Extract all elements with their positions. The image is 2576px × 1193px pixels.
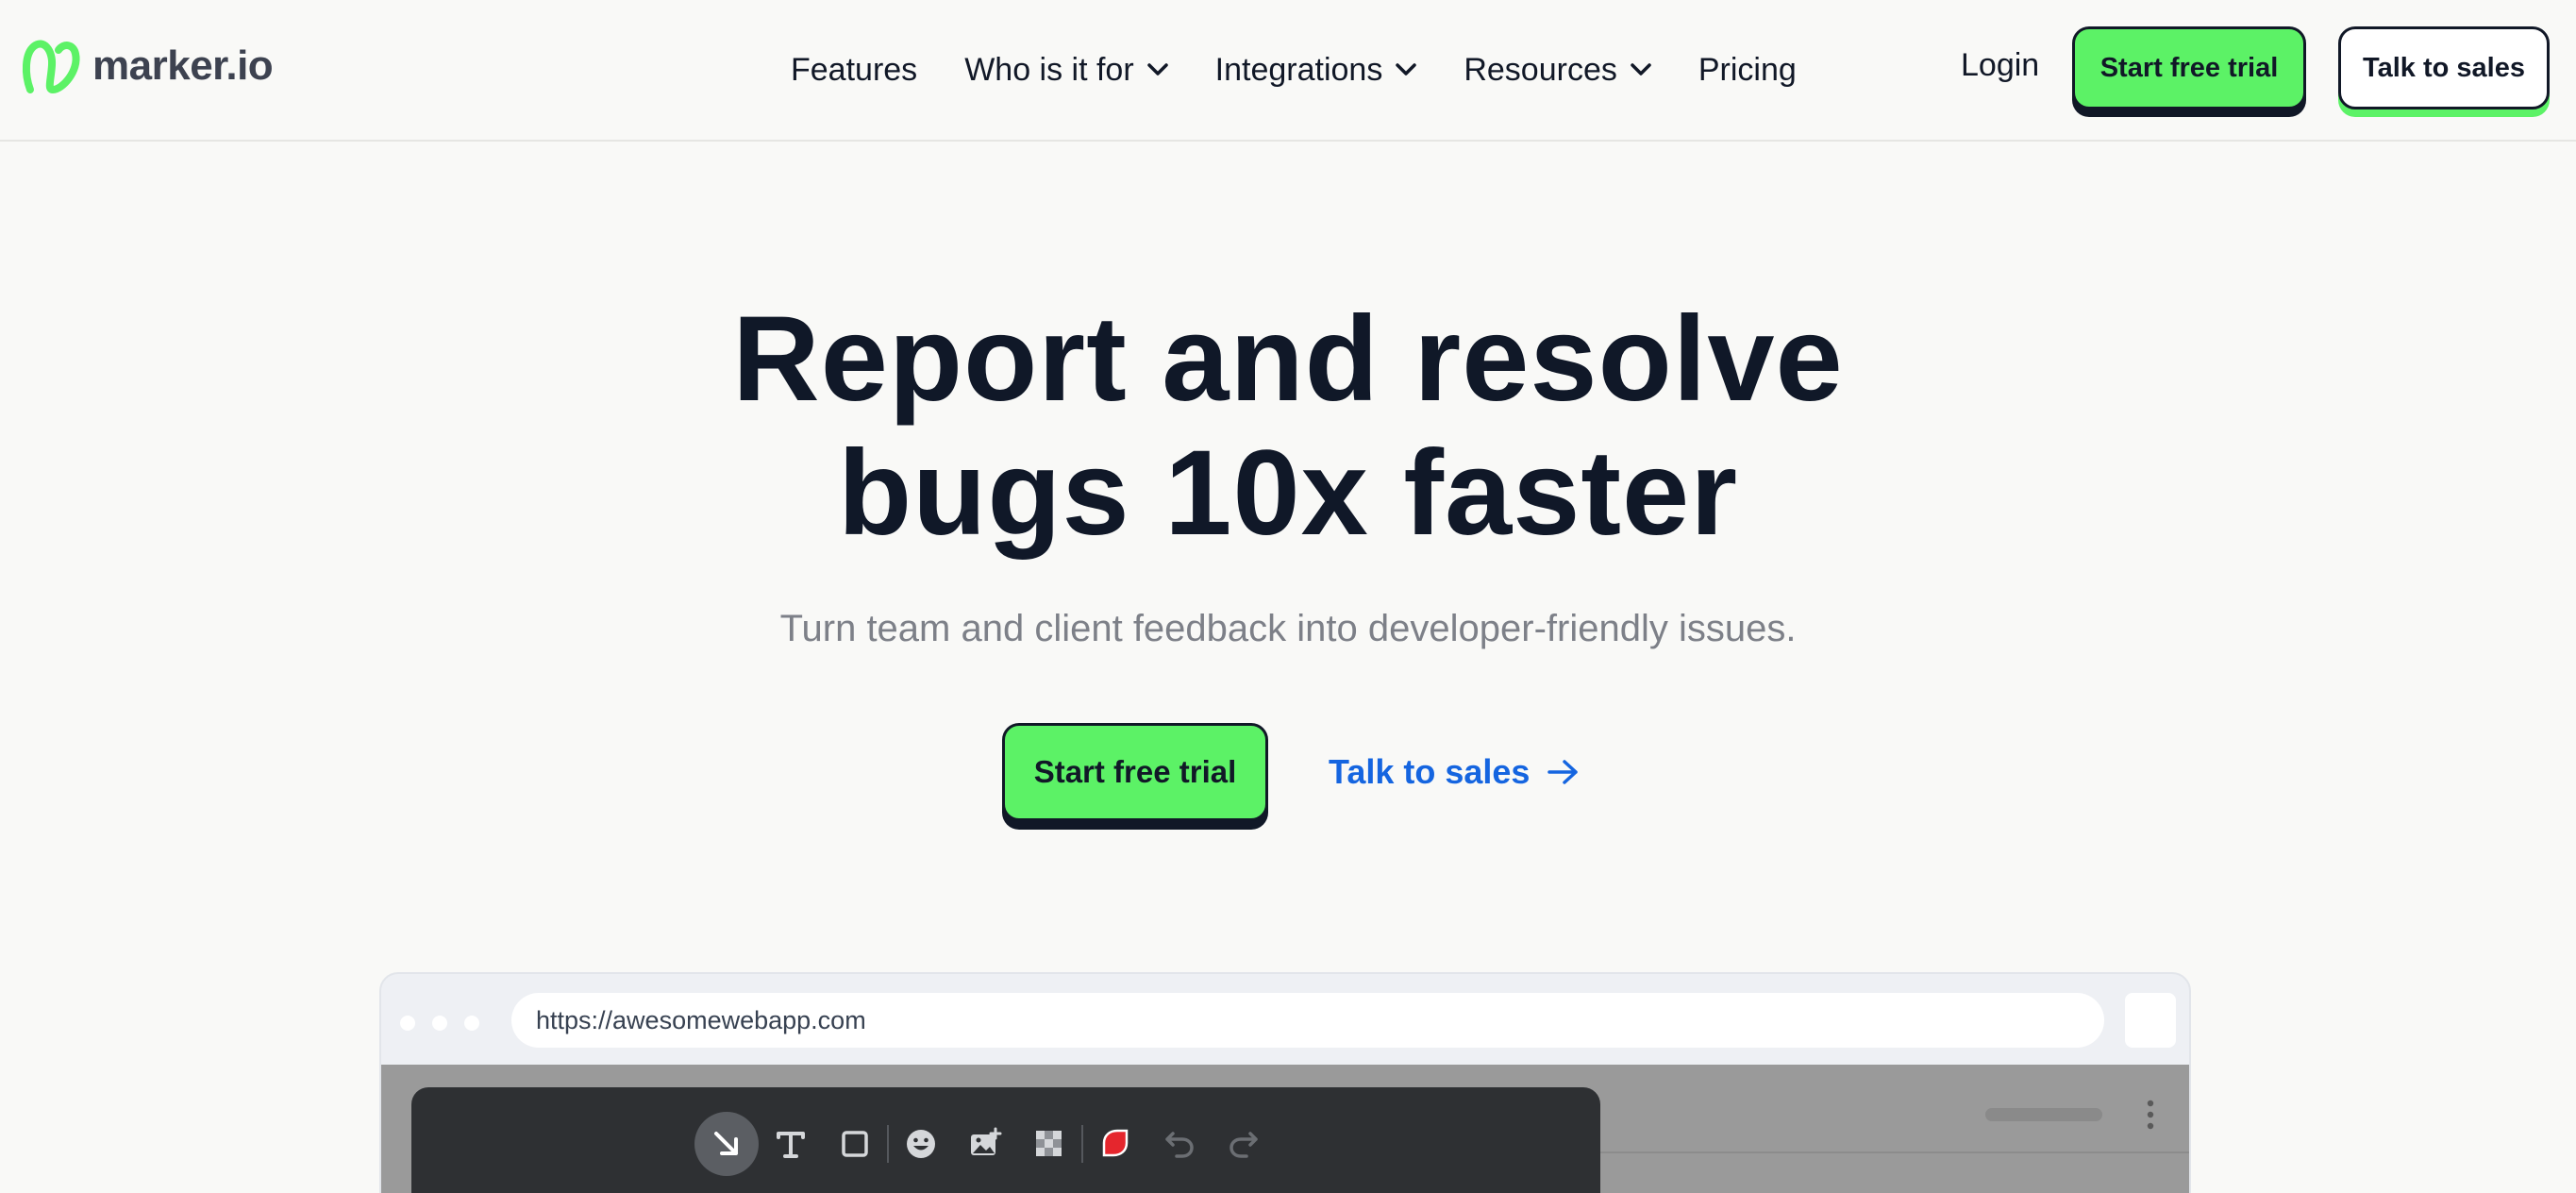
arrow-tool[interactable]: [694, 1112, 759, 1176]
text-tool[interactable]: [759, 1112, 823, 1176]
nav-item-pricing[interactable]: Pricing: [1698, 52, 1797, 89]
emoji-tool[interactable]: [889, 1112, 953, 1176]
nav-item-resources[interactable]: Resources: [1464, 52, 1651, 89]
blur-tool[interactable]: [1017, 1112, 1081, 1176]
chevron-down-icon: [1631, 63, 1651, 76]
nav-item-label: Integrations: [1214, 51, 1383, 88]
login-link[interactable]: Login: [1961, 47, 2039, 84]
logo[interactable]: marker.io: [21, 36, 274, 96]
hero-subtitle: Turn team and client feedback into devel…: [779, 608, 1797, 649]
window-dot: [432, 1016, 447, 1031]
emoji-tool-icon: [907, 1130, 935, 1158]
blur-tool-icon: [1036, 1131, 1062, 1156]
window-dot: [464, 1016, 479, 1031]
marker-logo-icon: [22, 40, 80, 94]
address-bar-url: https://awesomewebapp.com: [536, 1005, 866, 1034]
window-controls: [400, 1016, 479, 1031]
image-tool-icon: [971, 1127, 1002, 1155]
undo-icon: [1165, 1132, 1194, 1158]
nav-item-features[interactable]: Features: [791, 52, 917, 89]
main-menu: Features Who is it for Integrations Reso…: [791, 43, 1797, 96]
nav-item-label: Resources: [1464, 51, 1617, 88]
arrow-right-icon: [1547, 760, 1579, 784]
nav-item-who-is-it-for[interactable]: Who is it for: [964, 51, 1168, 89]
chevron-down-icon: [1396, 63, 1417, 76]
placeholder-bar: [1985, 1108, 2102, 1121]
browser-extension-button[interactable]: [2125, 993, 2176, 1048]
redo-icon: [1229, 1132, 1258, 1158]
annotation-tools: [694, 1112, 1276, 1176]
redo-tool[interactable]: [1212, 1112, 1276, 1176]
undo-tool[interactable]: [1147, 1112, 1212, 1176]
rectangle-tool-icon: [842, 1131, 868, 1157]
annotation-toolbar: [411, 1087, 1600, 1193]
webpage-viewport: [381, 1065, 2189, 1193]
talk-to-sales-button[interactable]: Talk to sales: [2338, 26, 2550, 109]
nav-item-label: Pricing: [1698, 51, 1797, 88]
logo-text: marker.io: [92, 42, 274, 89]
divider: [1598, 1151, 2189, 1153]
chevron-down-icon: [1146, 63, 1168, 76]
color-picker-tool[interactable]: [1083, 1112, 1147, 1176]
rectangle-tool[interactable]: [823, 1112, 887, 1176]
window-dot: [400, 1016, 415, 1031]
nav-item-label: Features: [791, 51, 918, 88]
hero-title: Report and resolve bugs 10x faster: [0, 293, 2576, 561]
hero-title-line-1: Report and resolve: [732, 292, 1844, 427]
image-tool[interactable]: [953, 1112, 1017, 1176]
hero-talk-to-sales-label: Talk to sales: [1329, 752, 1531, 791]
top-navigation: marker.io Features Who is it for Integra…: [0, 0, 2576, 142]
browser-mockup: https://awesomewebapp.com: [379, 972, 2191, 1193]
arrow-tool-icon: [714, 1132, 738, 1155]
nav-item-label: Who is it for: [964, 51, 1134, 88]
nav-item-integrations[interactable]: Integrations: [1215, 52, 1417, 89]
text-tool-icon: [777, 1132, 805, 1158]
hero-start-free-trial-button[interactable]: Start free trial: [1002, 723, 1268, 821]
address-bar[interactable]: https://awesomewebapp.com: [511, 993, 2104, 1048]
start-free-trial-button[interactable]: Start free trial: [2072, 26, 2306, 109]
kebab-menu-icon[interactable]: [2144, 1099, 2157, 1131]
hero-title-line-2: bugs 10x faster: [837, 426, 1739, 561]
hero-talk-to-sales-link[interactable]: Talk to sales: [1329, 748, 1581, 796]
color-picker-icon: [1102, 1129, 1129, 1157]
